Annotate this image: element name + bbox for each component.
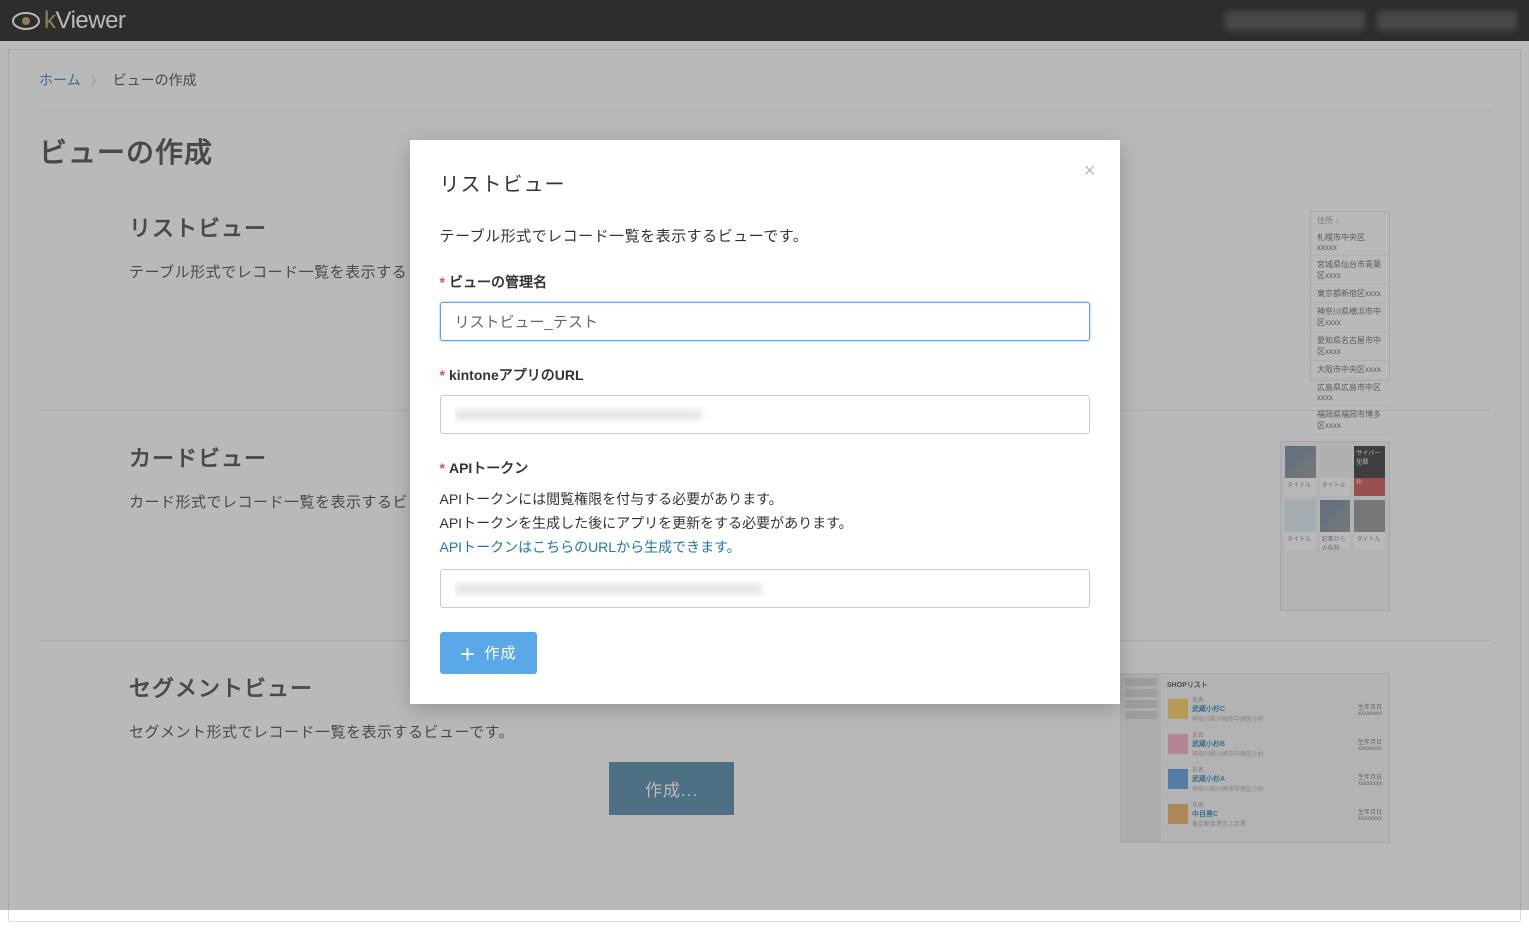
api-token-label: *APIトークン xyxy=(440,458,1090,478)
api-token-help-1: APIトークンには閲覧権限を付与する必要があります。 xyxy=(440,488,1090,510)
api-token-generate-link[interactable]: APIトークンはこちらのURLから生成できます。 xyxy=(440,537,741,557)
close-icon[interactable]: × xyxy=(1084,160,1096,183)
plus-icon: ＋ xyxy=(460,641,477,665)
kintone-url-label: *kintoneアプリのURL xyxy=(440,365,1090,385)
modal-desc: テーブル形式でレコード一覧を表示するビューです。 xyxy=(440,225,1090,246)
modal-title: リストビュー xyxy=(440,168,1090,197)
modal-dialog: × リストビュー テーブル形式でレコード一覧を表示するビューです。 *ビューの管… xyxy=(410,140,1120,704)
modal-create-button[interactable]: ＋ 作成 xyxy=(440,632,537,674)
api-token-input[interactable] xyxy=(440,569,1090,608)
view-name-label: *ビューの管理名 xyxy=(440,272,1090,292)
view-name-input[interactable] xyxy=(440,302,1090,341)
api-token-help-2: APIトークンを生成した後にアプリを更新をする必要があります。 xyxy=(440,512,1090,534)
kintone-url-input[interactable] xyxy=(440,395,1090,434)
